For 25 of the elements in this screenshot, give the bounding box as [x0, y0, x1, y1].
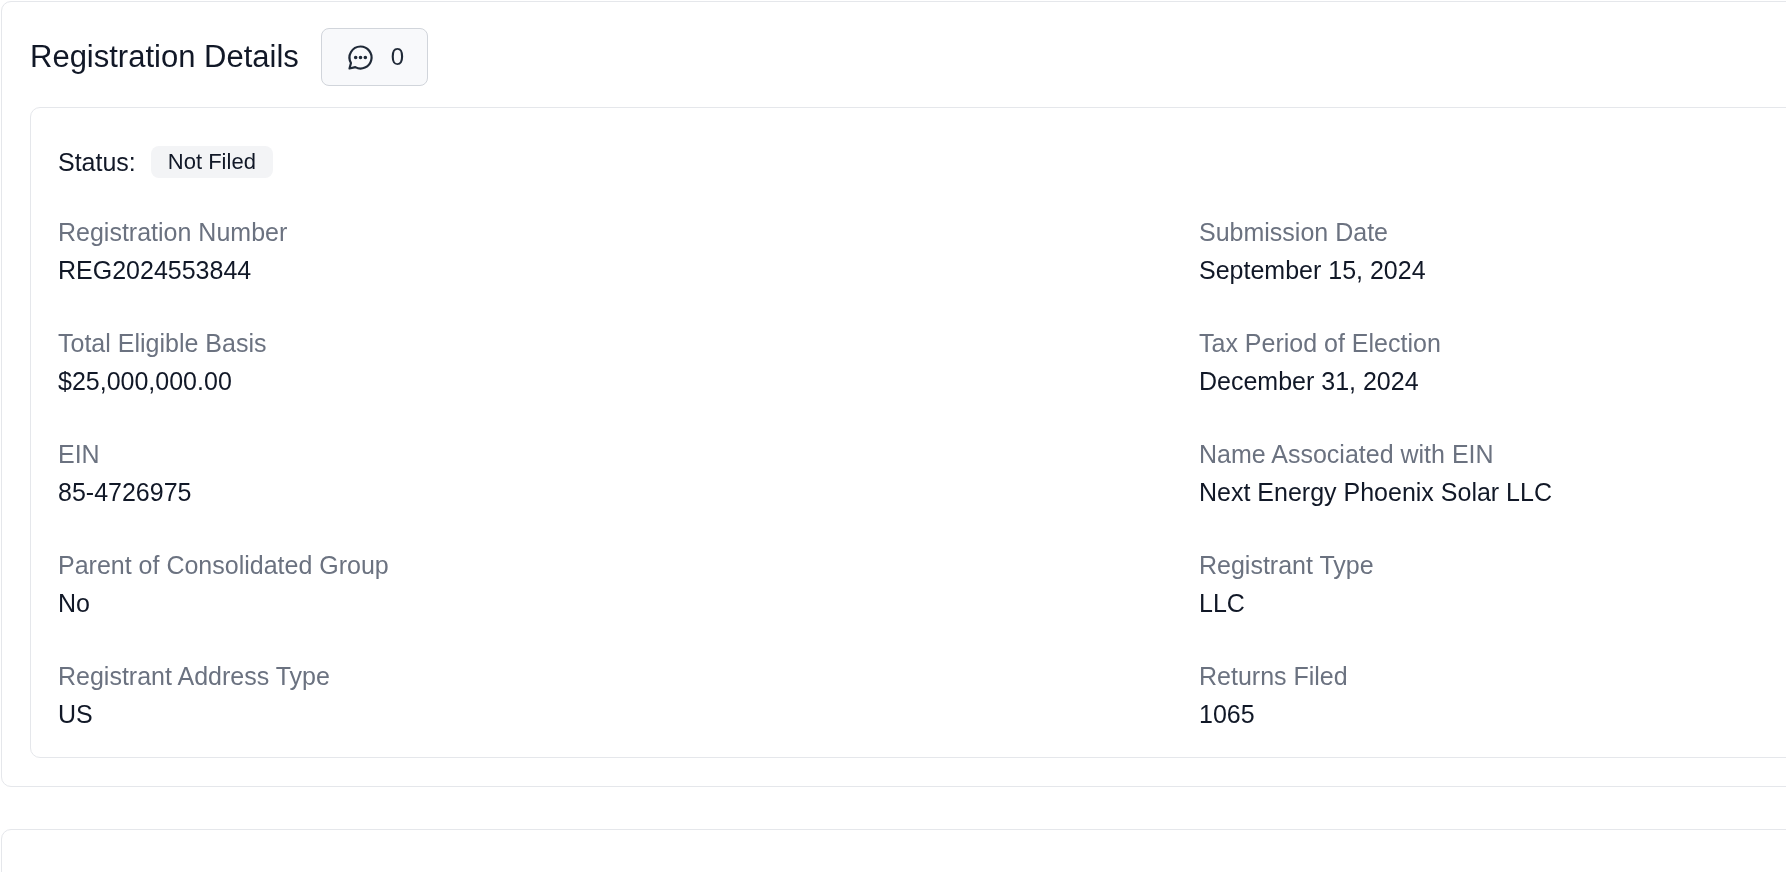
field-label: Registrant Type — [1199, 550, 1374, 580]
field-label: EIN — [58, 439, 100, 469]
field-label: Tax Period of Election — [1199, 328, 1441, 358]
field-label: Returns Filed — [1199, 661, 1348, 691]
field-value: LLC — [1199, 588, 1245, 618]
field-label: Total Eligible Basis — [58, 328, 267, 358]
field-label: Submission Date — [1199, 217, 1388, 247]
field-value: September 15, 2024 — [1199, 255, 1426, 285]
comments-button[interactable]: 0 — [320, 28, 429, 86]
field-value: US — [58, 699, 93, 729]
field-value: No — [58, 588, 90, 618]
field-value: 1065 — [1199, 699, 1255, 729]
field-value: 85-4726975 — [58, 477, 192, 507]
chat-bubble-icon — [345, 42, 375, 72]
field-label: Parent of Consolidated Group — [58, 550, 389, 580]
field-value: REG2024553844 — [58, 255, 252, 285]
field-value: Next Energy Phoenix Solar LLC — [1199, 477, 1552, 507]
field-label: Registration Number — [58, 217, 288, 247]
field-value: December 31, 2024 — [1199, 366, 1419, 396]
section-title: Registration Details — [30, 38, 299, 76]
field-value: $25,000,000.00 — [58, 366, 232, 396]
field-label: Registrant Address Type — [58, 661, 330, 691]
status-label: Status: — [58, 147, 136, 178]
status-badge: Not Filed — [150, 146, 273, 178]
field-label: Name Associated with EIN — [1199, 439, 1494, 469]
